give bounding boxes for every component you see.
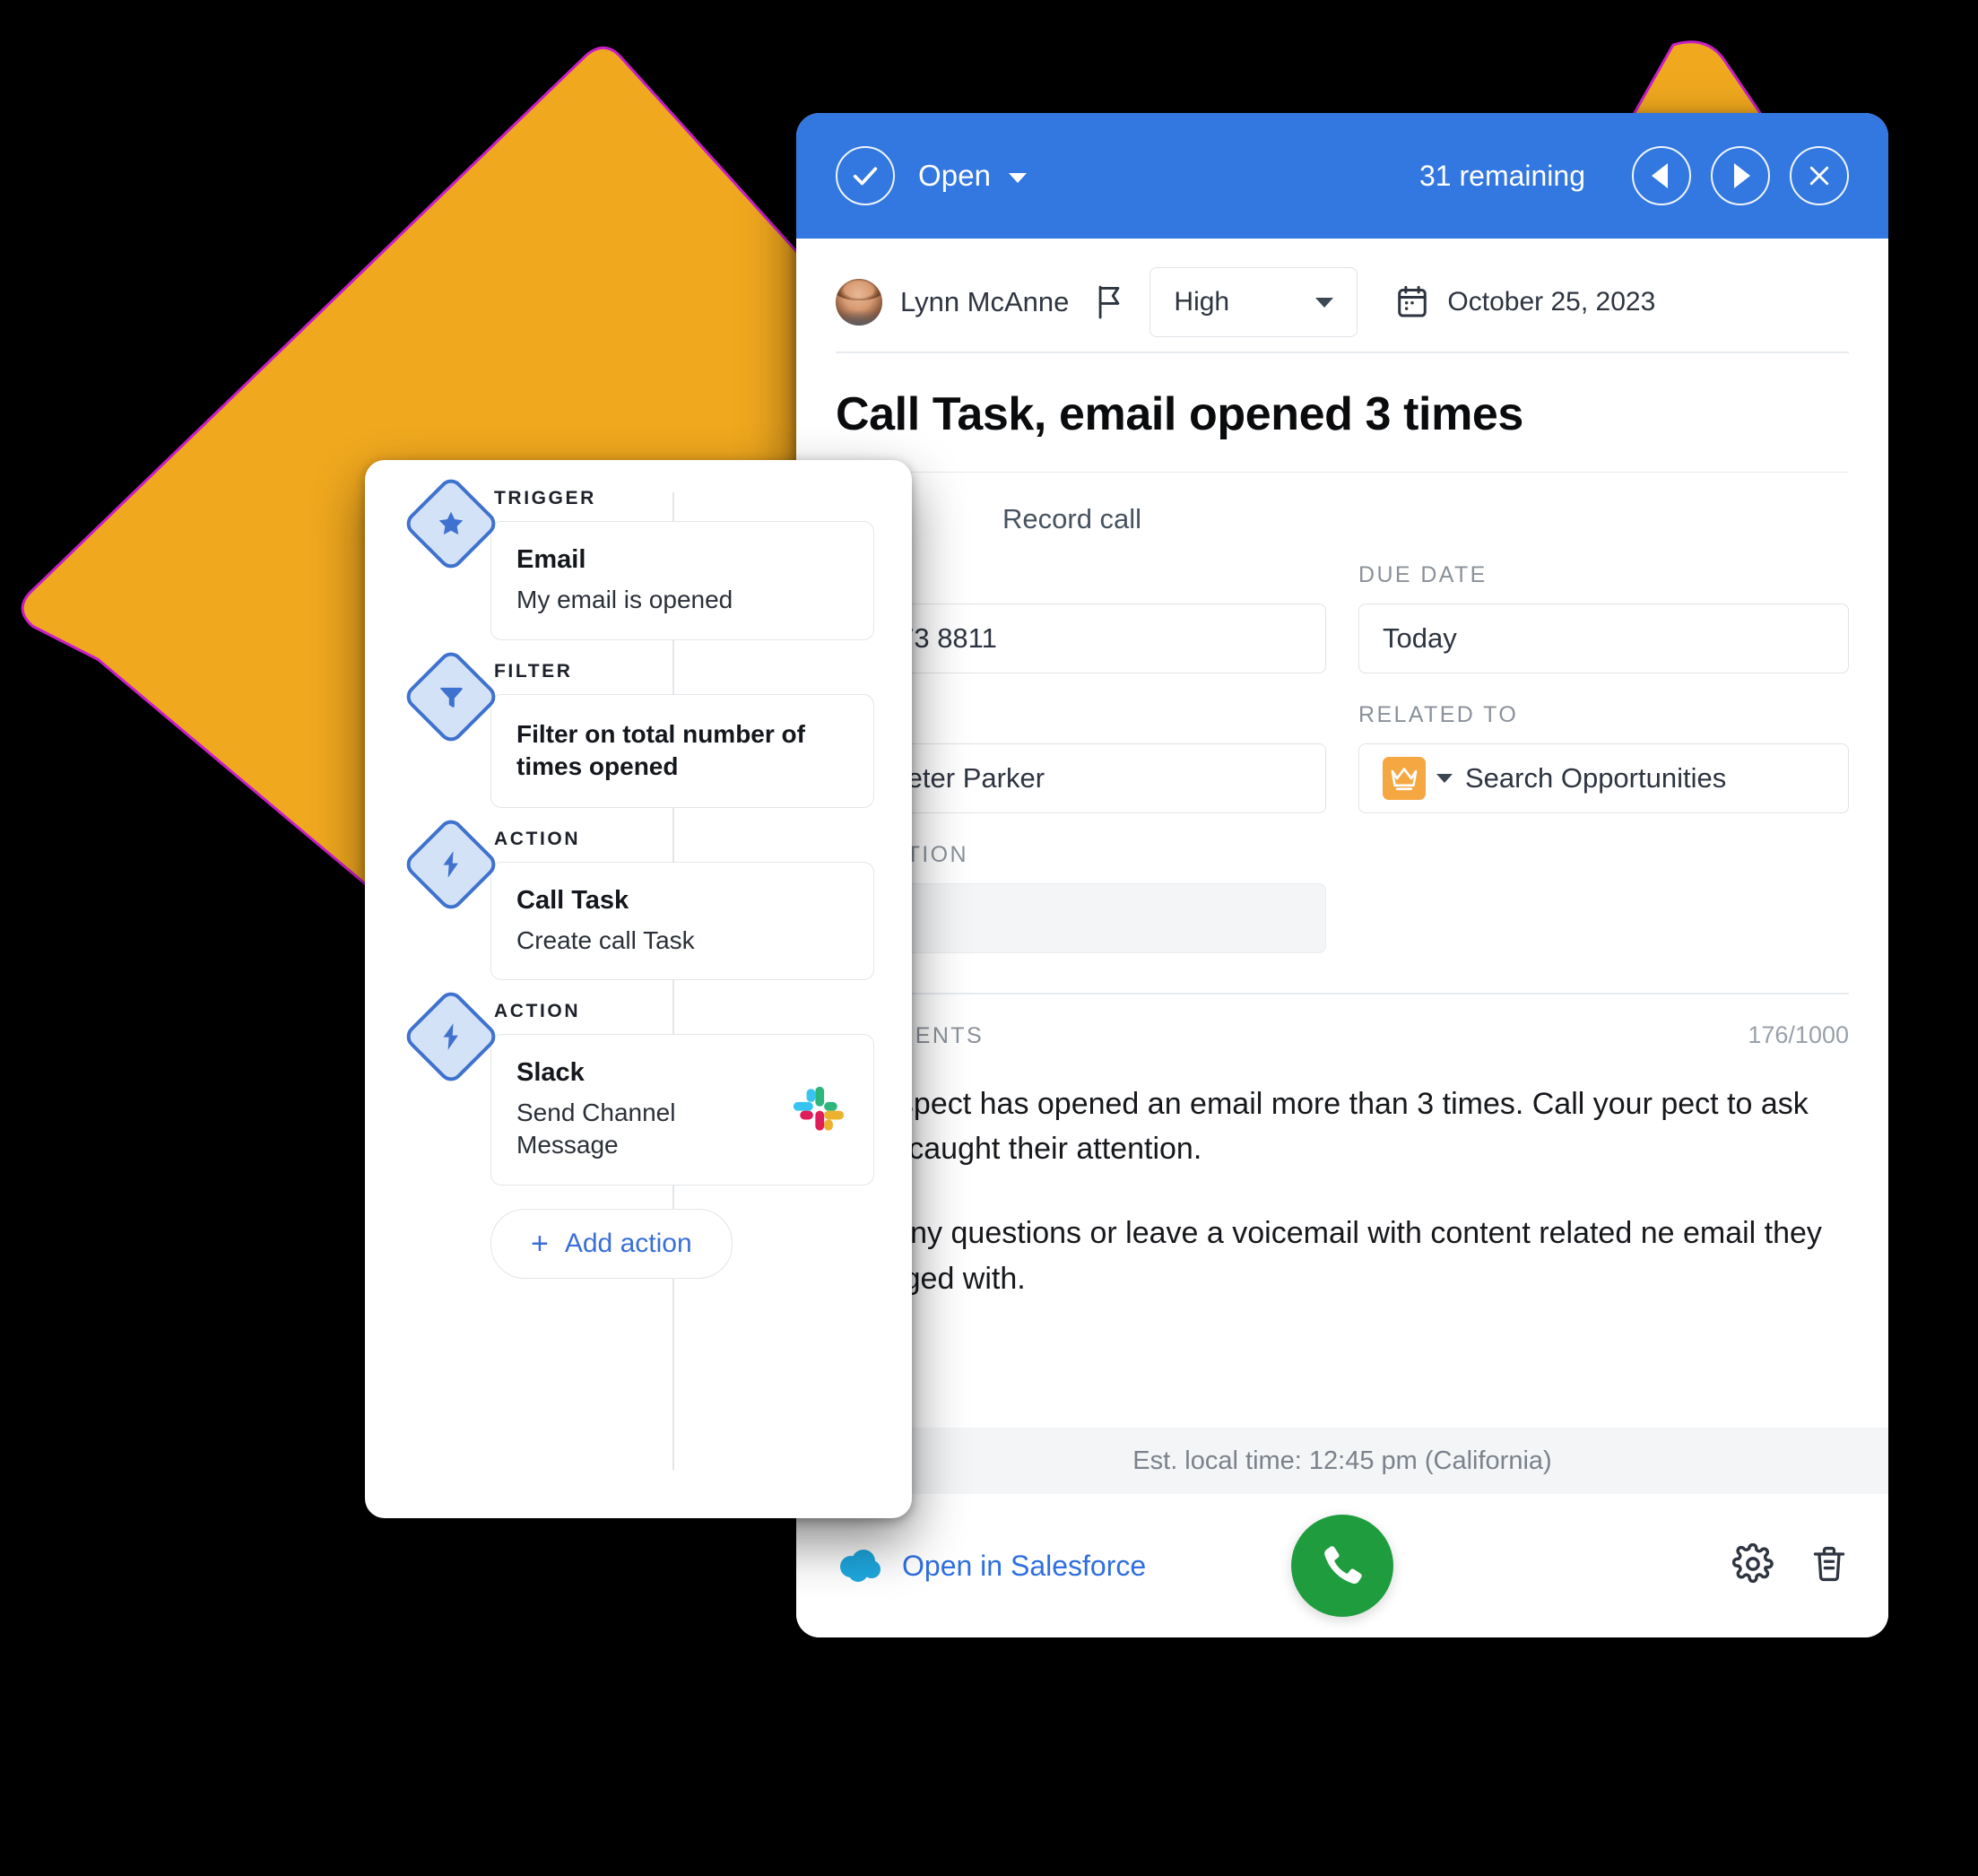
crown-icon (1383, 757, 1426, 801)
add-action-button[interactable]: + Add action (490, 1209, 733, 1280)
related-to-field-label: RELATED TO (1358, 702, 1519, 728)
chevron-down-icon (1315, 297, 1334, 308)
check-circle-icon[interactable] (836, 146, 895, 205)
workflow-step-action-slack[interactable]: ACTION Slack Send Channel Message (394, 987, 874, 1186)
workflow-step-card[interactable]: Slack Send Channel Message (490, 1034, 874, 1186)
phone-icon[interactable] (1291, 1515, 1393, 1617)
workflow-step-texts: Email My email is opened (516, 545, 733, 616)
remaining-count-label: 31 remaining (1419, 159, 1585, 192)
workflow-step-title: Email (516, 545, 586, 574)
plus-icon: + (531, 1227, 549, 1262)
comments-character-counter: 176/1000 (1748, 1021, 1849, 1048)
workflow-step-texts: Filter on total number of times opened (516, 718, 848, 784)
workflow-step-title: Filter on total number of times opened (516, 719, 805, 781)
star-icon (401, 473, 501, 574)
flag-icon[interactable] (1094, 284, 1124, 320)
workflow-step-texts: Slack Send Channel Message (516, 1058, 773, 1161)
previous-triangle (1652, 163, 1668, 188)
workflow-step-card[interactable]: Email My email is opened (490, 521, 874, 640)
add-action-row: + Add action (490, 1209, 874, 1280)
calendar-icon (1398, 285, 1427, 317)
workflow-step-action-call-task[interactable]: ACTION Call Task Create call Task (394, 814, 874, 981)
related-to-field[interactable]: Search Opportunities (1358, 743, 1849, 814)
task-detail-panel: Open 31 remaining Lynn McAnne High Octob… (796, 113, 1888, 1637)
workflow-step-texts: Call Task Create call Task (516, 886, 695, 957)
task-owner-name: Lynn McAnne (900, 286, 1070, 317)
workflow-step-title: Call Task (516, 885, 629, 915)
workflow-step-trigger[interactable]: TRIGGER Email My email is opened (394, 473, 874, 640)
workflow-step-subtitle: Create call Task (516, 925, 695, 954)
close-icon[interactable] (1790, 146, 1849, 205)
record-call-row: Record call (796, 473, 1888, 535)
task-status-label[interactable]: Open (918, 159, 991, 193)
task-form-grid: 9 973 8811 Peter Parker DURATION DUE DAT… (796, 562, 1888, 954)
footer-actions (1731, 1542, 1849, 1589)
workflow-builder-panel: TRIGGER Email My email is opened FILTER (365, 460, 912, 1518)
funnel-icon (401, 647, 501, 746)
workflow-step-filter[interactable]: FILTER Filter on total number of times o… (394, 647, 874, 808)
next-triangle (1734, 163, 1750, 188)
due-date-text: October 25, 2023 (1447, 287, 1656, 317)
workflow-step-kind: ACTION (494, 828, 581, 849)
chevron-down-icon[interactable] (1009, 172, 1028, 183)
comments-paragraph: wer any questions or leave a voicemail w… (836, 1216, 1822, 1296)
workflow-step-title: Slack (516, 1058, 585, 1088)
related-to-value: Search Opportunities (1465, 762, 1727, 795)
avatar (836, 279, 882, 326)
task-panel-footer: Open in Salesforce (796, 1494, 1888, 1637)
add-action-label: Add action (564, 1229, 692, 1259)
local-time-bar: Est. local time: 12:45 pm (California) (796, 1428, 1888, 1494)
task-meta-row: Lynn McAnne High October 25, 2023 (796, 239, 1888, 339)
due-date-value: Today (1383, 622, 1457, 655)
task-panel-body: Lynn McAnne High October 25, 2023 Call T… (796, 239, 1888, 1637)
record-call-label[interactable]: Record call (1002, 503, 1141, 534)
chevron-down-icon (1436, 774, 1453, 784)
trash-icon[interactable] (1809, 1543, 1849, 1589)
open-in-salesforce-label: Open in Salesforce (902, 1549, 1147, 1582)
comments-textarea[interactable]: r prospect has opened an email more than… (796, 1049, 1888, 1301)
contact-value: Peter Parker (889, 762, 1045, 795)
comments-paragraph: r prospect has opened an email more than… (836, 1086, 1809, 1167)
slack-icon (789, 1078, 848, 1142)
workflow-step-card[interactable]: Filter on total number of times opened (490, 693, 874, 808)
workflow-steps-container: TRIGGER Email My email is opened FILTER (365, 460, 912, 1518)
due-date-field[interactable]: Today (1358, 604, 1849, 674)
due-date-group[interactable]: October 25, 2023 (1395, 284, 1655, 320)
priority-value: High (1174, 287, 1230, 317)
workflow-step-kind: ACTION (494, 1001, 581, 1022)
page-title: Call Task, email opened 3 times (836, 387, 1523, 440)
task-panel-header: Open 31 remaining (796, 113, 1888, 239)
workflow-step-kind: FILTER (494, 660, 573, 682)
workflow-step-subtitle: Send Channel Message (516, 1099, 676, 1159)
open-in-salesforce-link[interactable]: Open in Salesforce (836, 1549, 1146, 1583)
comments-header: COMMENTS 176/1000 (796, 994, 1888, 1049)
field-gap (1358, 673, 1849, 702)
previous-icon[interactable] (1632, 146, 1691, 205)
workflow-step-card[interactable]: Call Task Create call Task (490, 861, 874, 981)
gear-icon[interactable] (1731, 1542, 1774, 1589)
priority-select[interactable]: High (1149, 267, 1358, 337)
workflow-step-subtitle: My email is opened (516, 586, 733, 613)
next-icon[interactable] (1711, 146, 1770, 205)
bolt-icon (401, 987, 501, 1087)
bolt-icon (401, 814, 501, 914)
due-date-field-label: DUE DATE (1358, 562, 1488, 588)
salesforce-cloud-icon (840, 1550, 881, 1582)
workflow-step-kind: TRIGGER (494, 488, 596, 508)
form-column-right: DUE DATE Today RELATED TO Search Opportu… (1358, 562, 1849, 953)
